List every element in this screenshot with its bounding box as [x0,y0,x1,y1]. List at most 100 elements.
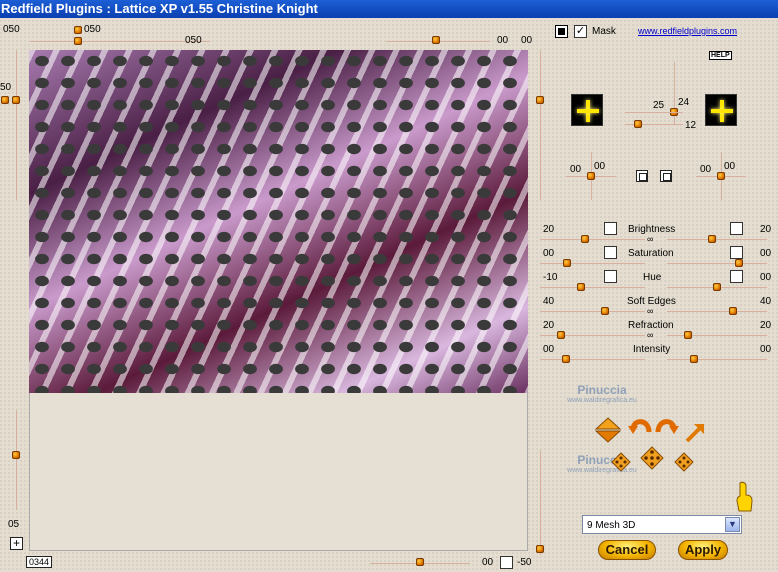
adjust-left-knob[interactable] [581,235,589,243]
preview-image[interactable] [29,50,528,393]
random-dice-large-icon[interactable] [640,446,664,470]
left-upper-slider-track[interactable] [16,50,17,200]
light-horizontal-track-1[interactable] [625,112,683,113]
left-upper-mini-knob[interactable] [1,96,9,104]
adjust-left-knob[interactable] [601,307,609,315]
adjust-left-track[interactable] [540,263,645,264]
adjust-left-track[interactable] [540,359,645,360]
adjust-label: Saturation [628,248,674,259]
watermark-bottom: Pinuccia www.waldiregrafica.eu [567,453,637,474]
random-dice-small-2-icon[interactable] [674,452,694,472]
pos-left-value-1: 00 [570,164,582,175]
preview-right-lower-knob[interactable] [536,545,544,553]
preset-selected: 9 Mesh 3D [587,520,636,531]
adjust-right-value: 00 [760,248,772,259]
adjust-label: Intensity [633,344,671,355]
top-right-slider-knob[interactable] [432,36,440,44]
rotate-left-icon[interactable] [627,414,653,436]
top-slider-track[interactable] [30,41,210,42]
adjust-right-checkbox[interactable] [730,246,743,259]
mask-color-swatch[interactable] [555,25,568,38]
random-dice-small-icon[interactable] [611,452,631,472]
left-upper-slider-knob[interactable] [12,96,20,104]
watermark-top: Pinuccia www.waldiregrafica.eu [567,383,637,404]
pointing-hand-icon [736,481,753,512]
apply-button[interactable]: Apply [678,540,728,560]
adjust-left-track[interactable] [540,239,645,240]
preset-dropdown[interactable]: 9 Mesh 3D ▼ [582,515,742,534]
adjust-left-knob[interactable] [557,331,565,339]
adjust-label: Hue [643,272,662,283]
adjust-right-knob[interactable] [729,307,737,315]
bottom-checkbox[interactable] [500,556,513,569]
left-lower-slider-track[interactable] [16,410,17,510]
light-color-right[interactable] [705,94,737,126]
adjust-right-knob[interactable] [690,355,698,363]
bottom-value-2: -50 [517,557,532,568]
adjust-right-value: 20 [760,224,772,235]
adjust-right-knob[interactable] [684,331,692,339]
adjust-right-knob[interactable] [708,235,716,243]
adjust-left-checkbox[interactable] [604,270,617,283]
rotate-right-icon[interactable] [654,414,680,436]
diamond-updown-icon[interactable] [595,417,621,443]
adjust-right-track[interactable] [667,335,767,336]
adjust-right-knob[interactable] [713,283,721,291]
help-button[interactable]: HELP [709,51,732,60]
bottom-slider-knob[interactable] [416,558,424,566]
cancel-button[interactable]: Cancel [598,540,656,560]
left-bottom-value: 05 [8,519,20,530]
adjust-right-value: 20 [760,320,772,331]
mask-label: Mask [592,26,616,37]
pos-left-value-2: 00 [594,161,606,172]
pos-right-value-2: 00 [724,161,736,172]
top-mini-value: 050 [84,24,101,35]
pos-left-knob[interactable] [587,172,595,180]
link-icon[interactable]: ∞ [647,330,653,341]
mask-checkbox[interactable]: ✓ [574,25,587,38]
top-left-value: 050 [3,24,20,35]
preview-right-slider-knob[interactable] [536,96,544,104]
top-right-value-2: 00 [521,35,533,46]
top-slider-knob[interactable] [74,37,82,45]
adjust-left-track[interactable] [540,311,645,312]
seed-counter[interactable]: 0344 [26,556,53,568]
pos-right-knob[interactable] [717,172,725,180]
left-lower-slider-knob[interactable] [12,451,20,459]
adjust-right-knob[interactable] [735,259,743,267]
preview-right-lower-track[interactable] [540,450,541,555]
adjust-left-knob[interactable] [562,355,570,363]
adjust-right-track[interactable] [667,263,767,264]
adjust-left-knob[interactable] [563,259,571,267]
add-icon[interactable]: + [10,537,23,550]
adjust-right-track[interactable] [667,311,767,312]
frame-icon-2[interactable] [660,170,672,182]
adjust-left-value: -10 [543,272,558,283]
adjust-left-knob[interactable] [577,283,585,291]
preview-right-slider-track[interactable] [540,50,541,200]
light-value-c: 12 [685,120,697,131]
adjust-right-track[interactable] [667,239,767,240]
adjust-left-track[interactable] [540,335,645,336]
pos-right-value-1: 00 [700,164,712,175]
link-icon[interactable]: ∞ [647,234,653,245]
adjust-right-checkbox[interactable] [730,270,743,283]
left-top-value: 50 [0,82,12,93]
light-value-b: 24 [678,97,690,108]
adjust-left-track[interactable] [540,287,645,288]
light-horizontal-knob[interactable] [634,120,642,128]
redfield-link[interactable]: www.redfieldplugins.com [638,26,737,36]
adjust-left-checkbox[interactable] [604,222,617,235]
chevron-down-icon[interactable]: ▼ [725,517,740,532]
window-title: Redfield Plugins : Lattice XP v1.55 Chri… [0,0,778,18]
frame-icon-1[interactable] [636,170,648,182]
bottom-value-1: 00 [482,557,494,568]
link-icon[interactable]: ∞ [647,306,653,317]
adjust-left-value: 20 [543,320,555,331]
light-color-left[interactable] [571,94,603,126]
resize-diagonal-icon[interactable] [684,422,706,444]
top-mini-knob[interactable] [74,26,82,34]
adjust-right-track[interactable] [667,359,767,360]
adjust-left-checkbox[interactable] [604,246,617,259]
adjust-right-checkbox[interactable] [730,222,743,235]
